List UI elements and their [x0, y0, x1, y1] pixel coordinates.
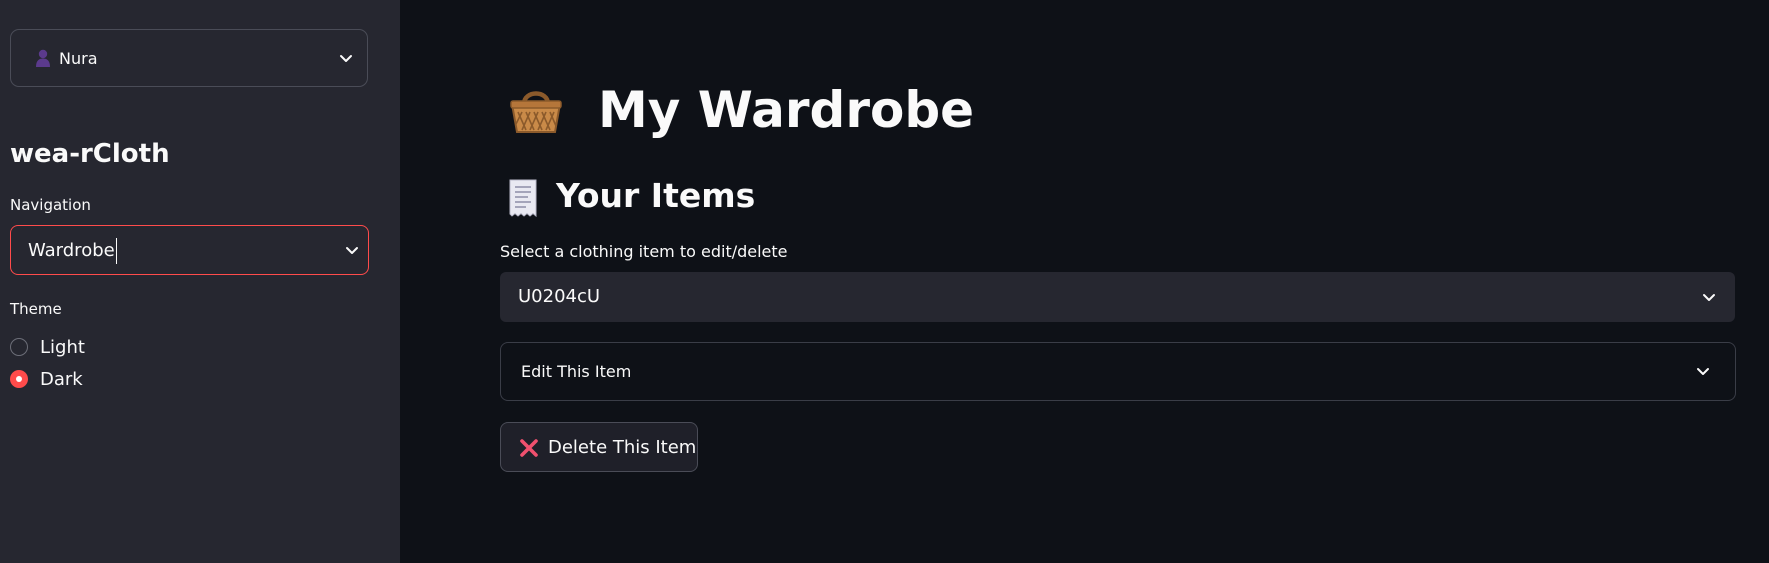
- radio-unchecked-icon: [10, 338, 28, 356]
- user-name: Nura: [59, 49, 98, 68]
- chevron-down-icon: [1703, 294, 1715, 301]
- navigation-select[interactable]: Wardrobe: [10, 225, 369, 275]
- chevron-down-icon: [340, 55, 352, 62]
- receipt-icon: [509, 179, 537, 218]
- clothing-item-select[interactable]: U0204cU: [500, 272, 1735, 322]
- app-title: wea-rCloth: [10, 139, 170, 169]
- page-title: My Wardrobe: [598, 81, 975, 139]
- navigation-value: Wardrobe: [28, 238, 117, 264]
- theme-option-label: Light: [40, 337, 85, 358]
- basket-icon: [510, 91, 562, 133]
- user-silhouette-icon: [36, 49, 50, 67]
- main-content: My Wardrobe Your Items Select a clothing…: [400, 0, 1769, 563]
- delete-item-button[interactable]: Delete This Item: [500, 422, 698, 472]
- theme-option-label: Dark: [40, 369, 83, 390]
- chevron-down-icon: [1697, 368, 1709, 375]
- chevron-down-icon: [346, 247, 358, 254]
- navigation-label: Navigation: [10, 196, 91, 214]
- item-select-label: Select a clothing item to edit/delete: [500, 242, 788, 261]
- user-select[interactable]: Nura: [10, 29, 368, 87]
- cross-mark-icon: [520, 439, 538, 457]
- delete-button-label: Delete This Item: [548, 437, 697, 458]
- theme-label: Theme: [10, 300, 62, 318]
- sidebar: Nura wea-rCloth Navigation Wardrobe Them…: [0, 0, 400, 563]
- section-title: Your Items: [556, 176, 756, 215]
- expander-label: Edit This Item: [521, 362, 632, 381]
- app-window: Nura wea-rCloth Navigation Wardrobe Them…: [0, 0, 1769, 563]
- clothing-item-value: U0204cU: [518, 286, 601, 307]
- radio-checked-icon: [10, 370, 28, 388]
- edit-item-expander[interactable]: Edit This Item: [500, 342, 1736, 401]
